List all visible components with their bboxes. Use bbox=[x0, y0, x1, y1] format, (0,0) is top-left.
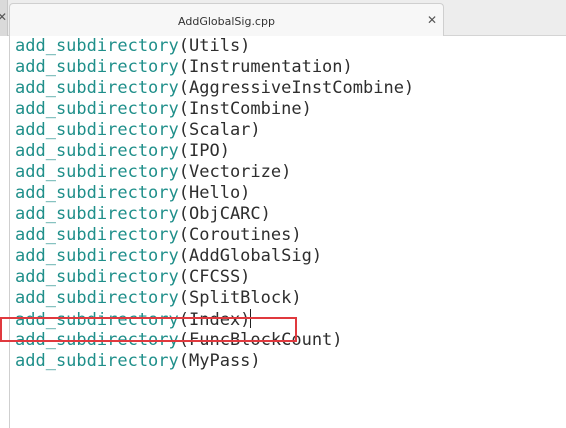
code-line[interactable]: add_subdirectory(Instrumentation) bbox=[15, 57, 353, 78]
keyword: add_subdirectory bbox=[15, 57, 179, 77]
close-icon[interactable]: ✕ bbox=[0, 10, 7, 24]
code-line[interactable]: add_subdirectory(IPO) bbox=[15, 141, 230, 162]
argument: (InstCombine) bbox=[178, 99, 312, 119]
code-line[interactable]: add_subdirectory(SplitBlock) bbox=[15, 288, 302, 309]
argument: (Coroutines) bbox=[178, 225, 302, 245]
keyword: add_subdirectory bbox=[15, 204, 179, 224]
argument: (MyPass) bbox=[178, 351, 261, 371]
keyword: add_subdirectory bbox=[15, 183, 179, 203]
keyword: add_subdirectory bbox=[15, 246, 179, 266]
code-line[interactable]: add_subdirectory(Coroutines) bbox=[15, 225, 302, 246]
code-line[interactable]: add_subdirectory(CFCSS) bbox=[15, 267, 250, 288]
tab-title: AddGlobalSig.cpp bbox=[178, 15, 275, 28]
keyword: add_subdirectory bbox=[15, 267, 179, 287]
code-line[interactable]: add_subdirectory(InstCombine) bbox=[15, 99, 312, 120]
code-line[interactable]: add_subdirectory(Hello) bbox=[15, 183, 250, 204]
code-line[interactable]: add_subdirectory(MyPass) bbox=[15, 351, 261, 372]
keyword: add_subdirectory bbox=[15, 141, 179, 161]
previous-tab-stub[interactable]: ✕ bbox=[0, 0, 8, 36]
keyword: add_subdirectory bbox=[15, 36, 179, 56]
argument: (CFCSS) bbox=[178, 267, 251, 287]
code-line[interactable]: add_subdirectory(ObjCARC) bbox=[15, 204, 271, 225]
tab-bar: ✕ AddGlobalSig.cpp ✕ bbox=[0, 0, 566, 36]
argument: (Scalar) bbox=[178, 120, 261, 140]
highlight-box bbox=[0, 317, 297, 342]
code-line[interactable]: add_subdirectory(AggressiveInstCombine) bbox=[15, 78, 414, 99]
keyword: add_subdirectory bbox=[15, 162, 179, 182]
close-icon[interactable]: ✕ bbox=[427, 13, 437, 27]
argument: (AddGlobalSig) bbox=[178, 246, 323, 266]
argument: (SplitBlock) bbox=[178, 288, 302, 308]
keyword: add_subdirectory bbox=[15, 99, 179, 119]
argument: (Hello) bbox=[178, 183, 251, 203]
code-line[interactable]: add_subdirectory(Vectorize) bbox=[15, 162, 291, 183]
code-line[interactable]: add_subdirectory(Scalar) bbox=[15, 120, 261, 141]
argument: (IPO) bbox=[178, 141, 230, 161]
code-line[interactable]: add_subdirectory(Utils) bbox=[15, 36, 250, 57]
tab-addglobalsig[interactable]: AddGlobalSig.cpp ✕ bbox=[9, 3, 444, 36]
keyword: add_subdirectory bbox=[15, 288, 179, 308]
argument: (Utils) bbox=[178, 36, 251, 56]
argument: (Vectorize) bbox=[178, 162, 292, 182]
keyword: add_subdirectory bbox=[15, 351, 179, 371]
code-line[interactable]: add_subdirectory(AddGlobalSig) bbox=[15, 246, 322, 267]
code-editor[interactable]: add_subdirectory(Utils) add_subdirectory… bbox=[9, 36, 566, 428]
argument: (AggressiveInstCombine) bbox=[178, 78, 415, 98]
argument: (Instrumentation) bbox=[178, 57, 353, 77]
argument: (ObjCARC) bbox=[178, 204, 271, 224]
keyword: add_subdirectory bbox=[15, 78, 179, 98]
keyword: add_subdirectory bbox=[15, 120, 179, 140]
keyword: add_subdirectory bbox=[15, 225, 179, 245]
